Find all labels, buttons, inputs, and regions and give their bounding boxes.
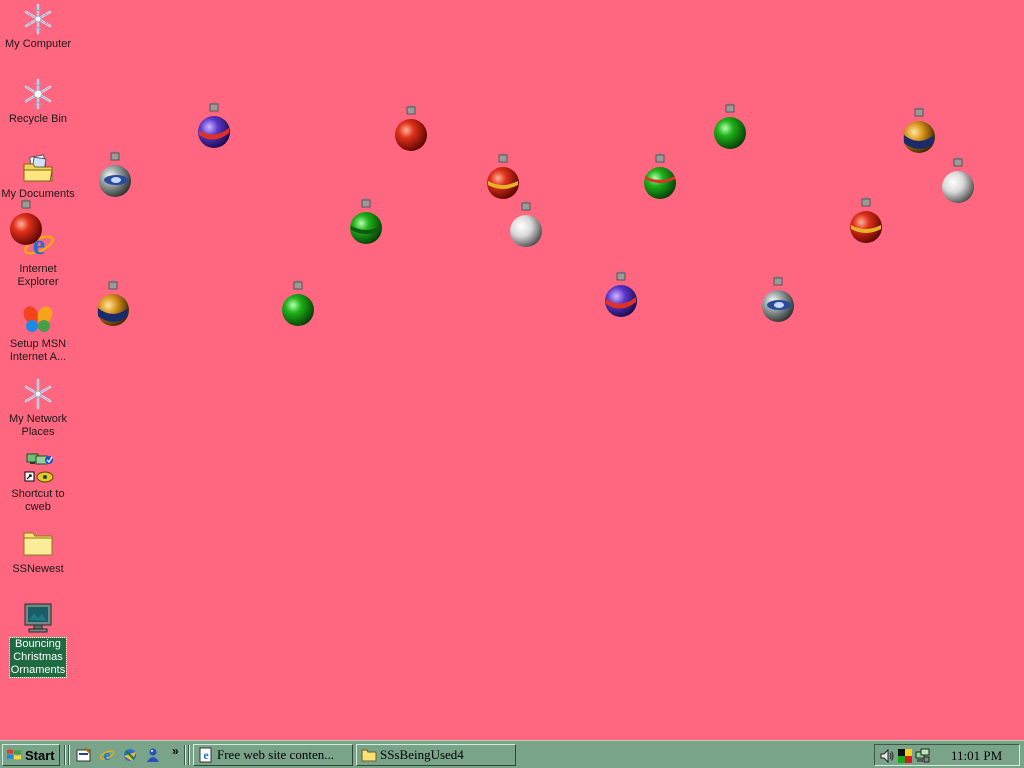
start-button[interactable]: Start [2, 744, 60, 766]
ornament-decoration [714, 102, 746, 149]
task-label: SSsBeingUsed4 [380, 747, 464, 762]
taskbar-separator [64, 745, 66, 765]
desktop-icon-my-network-places[interactable]: My Network Places [0, 377, 76, 439]
clock[interactable]: 11:01 PM [951, 748, 1002, 764]
desktop-icon-label: Recycle Bin [8, 113, 68, 125]
ornament-decoration [97, 279, 129, 326]
task-button-web-browser[interactable]: e Free web site conten... [193, 744, 353, 766]
msn-messenger-icon[interactable] [145, 747, 161, 763]
desktop-icon-label: My Network Places [8, 413, 68, 438]
taskbar-separator [184, 745, 186, 765]
svg-text:e: e [104, 748, 111, 763]
ornament-decoration [350, 197, 382, 244]
ornament-decoration [903, 106, 935, 153]
desktop-icon-label: My Computer [4, 38, 72, 50]
network-computers-icon[interactable] [915, 748, 931, 764]
desktop-icon-shortcut-cweb[interactable]: Shortcut to cweb [0, 452, 76, 514]
ornament-decoration [395, 104, 427, 151]
taskbar-separator [68, 745, 70, 765]
screensaver-monitor-icon [24, 603, 52, 633]
msn-butterfly-icon [23, 306, 53, 332]
desktop-icon-label: Internet Explorer [17, 263, 59, 288]
taskbar: Start e » e Free web site conten... SSsB… [0, 740, 1024, 768]
svg-text:e: e [203, 748, 209, 762]
desktop-icon-label: Bouncing Christmas Ornaments [8, 637, 68, 678]
ornament-decoration [510, 200, 542, 247]
desktop-icon-setup-msn[interactable]: Setup MSN Internet A... [0, 302, 76, 364]
ornament-decoration [762, 275, 794, 322]
ornament-decoration [99, 150, 131, 197]
folder-icon [23, 532, 53, 556]
folder-documents-icon [23, 154, 53, 182]
ornament-decoration [942, 156, 974, 203]
show-desktop-icon[interactable] [76, 747, 92, 763]
taskbar-separator [188, 745, 190, 765]
desktop-icon-my-documents[interactable]: My Documents [0, 152, 76, 201]
outlook-express-icon[interactable] [122, 747, 138, 763]
internet-explorer-icon[interactable]: e [99, 747, 115, 763]
color-squares-icon[interactable] [897, 748, 913, 764]
ornament-decoration [282, 279, 314, 326]
network-shortcut-icon [24, 453, 54, 483]
ornament-decoration [10, 198, 42, 245]
desktop-icon-recycle-bin[interactable]: Recycle Bin [0, 77, 76, 126]
task-label: Free web site conten... [217, 747, 334, 762]
windows-logo-icon [7, 749, 21, 760]
snowflake-icon [24, 378, 52, 410]
start-label: Start [25, 747, 55, 763]
ornament-decoration [644, 152, 676, 199]
snowflake-icon [24, 3, 52, 35]
ornament-decoration [198, 101, 230, 148]
desktop-icon-label: Setup MSN Internet A... [9, 338, 67, 363]
speaker-icon[interactable] [879, 748, 895, 764]
ornament-decoration [605, 270, 637, 317]
desktop-icon-label: Shortcut to cweb [11, 488, 65, 513]
desktop-icon-bouncing-christmas-ornaments[interactable]: Bouncing Christmas Ornaments [0, 602, 76, 678]
desktop-icon-my-computer[interactable]: My Computer [0, 2, 76, 51]
snowflake-icon [24, 78, 52, 110]
quick-launch-chevron[interactable]: » [172, 744, 179, 758]
desktop-icon-label: SSNewest [12, 563, 64, 575]
desktop[interactable]: My Computer Recycle Bin My Documents e I… [0, 0, 1024, 740]
desktop-icon-ssnewest[interactable]: SSNewest [0, 527, 76, 576]
ornament-decoration [850, 196, 882, 243]
task-button-folder[interactable]: SSsBeingUsed4 [356, 744, 516, 766]
folder-icon [361, 749, 377, 762]
system-tray: 11:01 PM [874, 744, 1020, 766]
ie-page-icon: e [199, 747, 212, 763]
ornament-decoration [487, 152, 519, 199]
